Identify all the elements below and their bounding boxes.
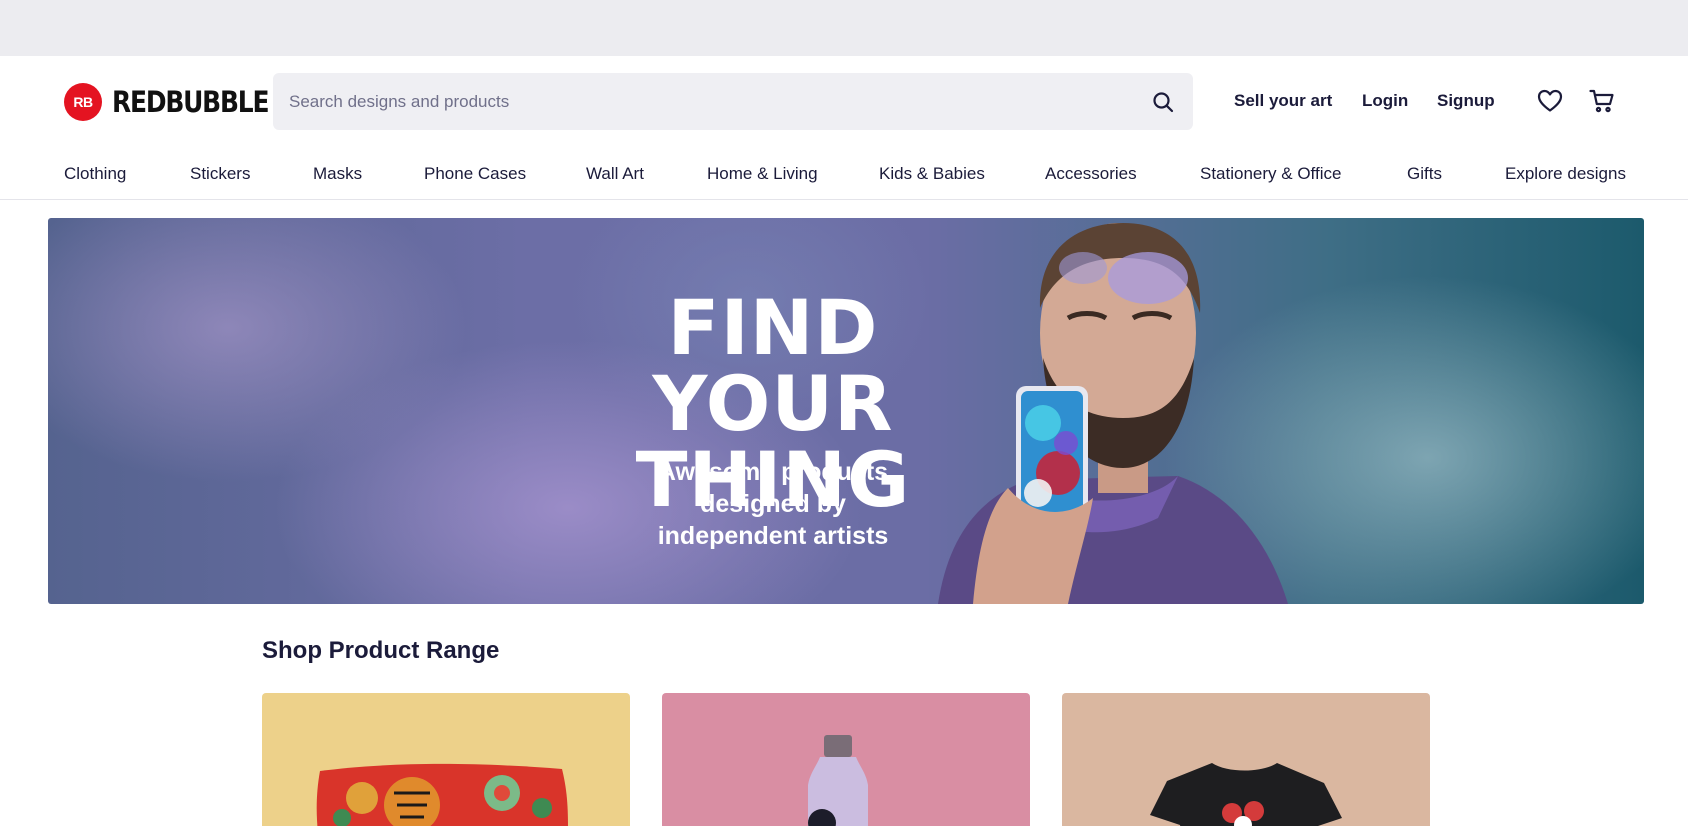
- nav-item-kids-babies[interactable]: Kids & Babies: [879, 164, 985, 184]
- hero-subtitle: Awesome products designed by independent…: [608, 456, 938, 552]
- cart-icon: [1589, 89, 1614, 113]
- hero-subtitle-line1: Awesome products designed by: [657, 458, 889, 518]
- category-nav: Clothing Stickers Masks Phone Cases Wall…: [0, 146, 1688, 200]
- pillow-image: [316, 763, 568, 826]
- product-card-water-bottle[interactable]: [662, 693, 1030, 826]
- logo-wordmark: REDBUBBLE: [112, 85, 270, 119]
- nav-item-gifts[interactable]: Gifts: [1407, 164, 1442, 184]
- browser-top-strip: [0, 0, 1688, 56]
- shop-product-range-title: Shop Product Range: [262, 637, 500, 664]
- hero-subtitle-line2: independent artists: [657, 522, 889, 550]
- nav-item-home-living[interactable]: Home & Living: [707, 164, 818, 184]
- cart-button[interactable]: [1587, 86, 1617, 116]
- nav-item-clothing[interactable]: Clothing: [64, 164, 126, 184]
- redbubble-logo[interactable]: RB REDBUBBLE: [64, 82, 294, 122]
- nav-item-stationery-office[interactable]: Stationery & Office: [1200, 164, 1341, 184]
- signup-link[interactable]: Signup: [1437, 91, 1495, 111]
- nav-item-stickers[interactable]: Stickers: [190, 164, 250, 184]
- sell-your-art-link[interactable]: Sell your art: [1234, 91, 1332, 111]
- search-bar: [273, 73, 1193, 130]
- nav-item-phone-cases[interactable]: Phone Cases: [424, 164, 526, 184]
- water-bottle-image: [808, 735, 868, 826]
- nav-item-accessories[interactable]: Accessories: [1045, 164, 1137, 184]
- nav-item-explore-designs[interactable]: Explore designs: [1505, 164, 1626, 184]
- wishlist-button[interactable]: [1535, 86, 1565, 116]
- logo-mark-icon: RB: [64, 83, 102, 121]
- login-link[interactable]: Login: [1362, 91, 1408, 111]
- nav-item-masks[interactable]: Masks: [313, 164, 362, 184]
- hero-banner[interactable]: FIND YOUR THING Awesome products designe…: [48, 218, 1644, 604]
- t-shirt-image: [1150, 763, 1342, 826]
- search-input[interactable]: [273, 73, 1133, 130]
- search-button[interactable]: [1133, 73, 1193, 130]
- nav-item-wall-art[interactable]: Wall Art: [586, 164, 644, 184]
- heart-icon: [1537, 89, 1563, 112]
- site-header: RB REDBUBBLE Sell your art Login Signup: [0, 56, 1688, 146]
- product-card-t-shirt[interactable]: [1062, 693, 1430, 826]
- search-icon: [1153, 91, 1174, 112]
- hero-title-line1: FIND YOUR: [652, 283, 894, 448]
- product-card-pillow[interactable]: [262, 693, 630, 826]
